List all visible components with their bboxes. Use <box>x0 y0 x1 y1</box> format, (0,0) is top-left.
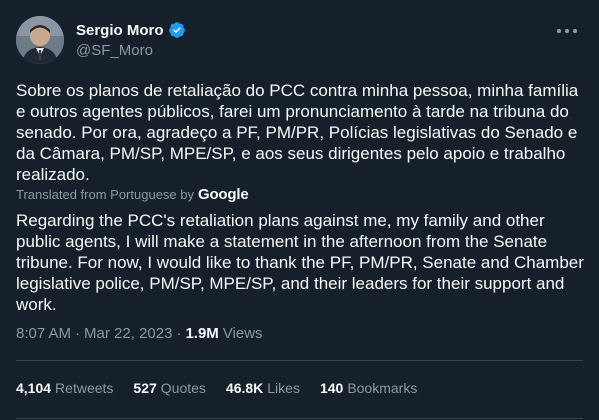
avatar[interactable] <box>16 16 64 64</box>
quotes-stat[interactable]: 527 Quotes <box>133 380 206 396</box>
stat-count: 527 <box>133 380 157 396</box>
tweet-date[interactable]: Mar 22, 2023 <box>84 325 172 342</box>
tweet-time[interactable]: 8:07 AM <box>16 325 71 342</box>
stat-count: 46.8K <box>225 380 264 396</box>
divider <box>16 360 583 361</box>
stat-count: 4,104 <box>16 380 52 396</box>
meta-separator: · <box>75 325 81 342</box>
author-name[interactable]: Sergio Moro <box>76 22 164 39</box>
tweet-original-text: Sobre os planos de retaliação do PCC con… <box>16 81 579 184</box>
bookmarks-stat[interactable]: 140 Bookmarks <box>320 380 417 396</box>
more-options-icon[interactable] <box>557 24 579 38</box>
stat-label: Quotes <box>160 380 206 396</box>
author-handle[interactable]: @SF_Moro <box>76 42 153 59</box>
meta-separator: · <box>176 325 182 342</box>
retweets-stat[interactable]: 4,104 Retweets <box>16 380 113 396</box>
tweet-translated-text: Regarding the PCC's retaliation plans ag… <box>16 211 584 314</box>
translated-label: Translated from Portuguese by <box>16 187 194 202</box>
views-count[interactable]: 1.9M <box>185 325 218 342</box>
divider <box>16 418 583 419</box>
stat-label: Retweets <box>55 380 114 396</box>
stat-count: 140 <box>319 380 344 396</box>
likes-stat[interactable]: 46.8K Likes <box>226 380 300 396</box>
google-logo: Google <box>198 186 249 203</box>
author-name-row[interactable]: Sergio Moro <box>76 21 186 39</box>
verified-badge-icon <box>168 22 185 38</box>
views-label: Views <box>222 325 263 342</box>
stat-label: Likes <box>267 380 300 396</box>
stat-label: Bookmarks <box>347 380 418 396</box>
tweet-meta: 8:07 AM · Mar 22, 2023 · 1.9M Views <box>16 325 263 342</box>
tweet-card: Sergio Moro @SF_Moro Sobre os planos de … <box>0 0 599 420</box>
engagement-stats: 4,104 Retweets 527 Quotes 46.8K Likes 14… <box>16 380 417 396</box>
translation-attribution: Translated from Portuguese by Google <box>16 186 249 203</box>
